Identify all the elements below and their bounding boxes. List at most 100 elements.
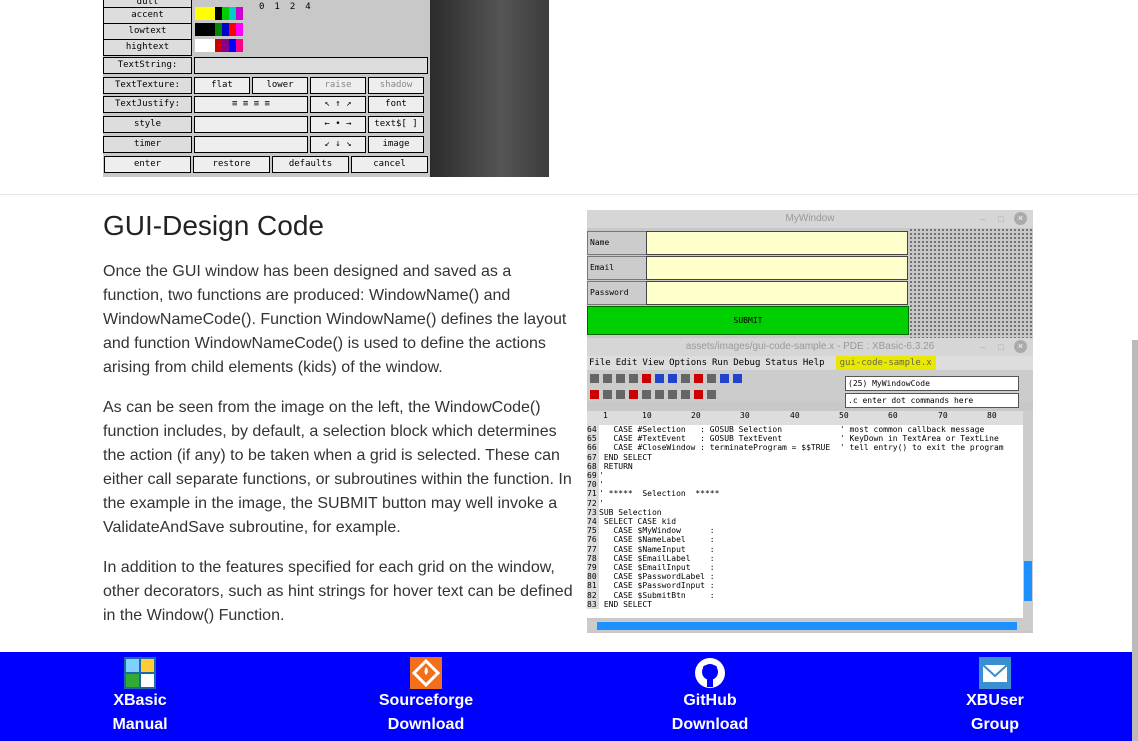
- maximize-icon: □: [998, 213, 1004, 224]
- color-swatches: [195, 39, 243, 56]
- code-sample-screenshot: MyWindow – □ × Name Email Password SUBMI…: [587, 210, 1033, 633]
- footer-xbuser-link[interactable]: XBUser Group: [895, 652, 1095, 737]
- trace-icon: [642, 389, 651, 399]
- align-arrows[interactable]: ↖ ↑ ↗: [310, 96, 366, 113]
- pde-menubar: File Edit View Options Run Debug Status …: [587, 356, 1033, 370]
- mywindow-preview: MyWindow – □ × Name Email Password SUBMI…: [587, 210, 1033, 338]
- copy-icon: [655, 373, 664, 383]
- code-line: 66 CASE #CloseWindow : terminateProgram …: [587, 443, 1004, 453]
- close-icon: ×: [1014, 340, 1027, 353]
- color-swatches: [195, 23, 243, 40]
- paste-icon: [668, 373, 677, 383]
- shadow-button[interactable]: shadow: [368, 77, 424, 94]
- code-line: 67 END SELECT: [587, 452, 652, 462]
- restore-button[interactable]: restore: [193, 156, 270, 173]
- top-section: dull accent lowtext hightext 0 1 2 4 Tex…: [0, 0, 1138, 195]
- designer-row: TextString:: [103, 57, 428, 74]
- footer-github-link[interactable]: GitHub Download: [610, 652, 810, 737]
- sourceforge-icon: [410, 657, 442, 689]
- footer-xbasic-manual-link[interactable]: XBasic Manual: [40, 652, 240, 737]
- enter-button[interactable]: enter: [104, 156, 191, 173]
- mail-icon: [979, 657, 1011, 689]
- textstring-field[interactable]: [194, 57, 428, 74]
- code-editor: 64 CASE #Selection : GOSUB Selection ' m…: [587, 425, 1023, 618]
- code-line: 65 CASE #TextEvent : GOSUB TextEvent ' K…: [587, 434, 999, 444]
- designer-label: TextString:: [103, 57, 192, 74]
- footer-sourceforge-link[interactable]: Sourceforge Download: [326, 652, 526, 737]
- code-line: 71 ' ***** Selection *****: [587, 489, 720, 499]
- close-icon: ×: [1014, 212, 1027, 225]
- paragraph-1: Once the GUI window has been designed an…: [103, 263, 567, 376]
- compile-icon: [694, 389, 703, 399]
- code-line: 68 RETURN: [587, 461, 633, 472]
- color-swatches: [195, 7, 243, 24]
- code-vertical-scrollbar: [1023, 411, 1033, 621]
- defaults-button[interactable]: defaults: [272, 156, 349, 173]
- code-line: 75 CASE $MyWindow :: [587, 526, 715, 536]
- undo-icon: [720, 373, 729, 383]
- footer-link-line2: Download: [387, 716, 465, 733]
- image-button[interactable]: image: [368, 136, 424, 153]
- text-array-button[interactable]: text$[ ]: [368, 116, 424, 133]
- code-line: 77 CASE $NameInput :: [587, 544, 715, 554]
- open-icon: [603, 373, 612, 383]
- flat-button[interactable]: flat: [194, 77, 250, 94]
- footer-link-line1: Sourceforge: [378, 692, 474, 709]
- menu-run: Run: [712, 358, 729, 368]
- page-scrollbar[interactable]: [1132, 340, 1138, 741]
- variables-icon: [681, 389, 690, 399]
- code-line: 79 CASE $EmailInput :: [587, 563, 715, 573]
- code-line: 83 END SELECT: [587, 599, 652, 610]
- window-controls: – □ ×: [978, 340, 1027, 353]
- mywindow-title: MyWindow: [785, 213, 835, 224]
- file-tag: gui-code-sample.x: [835, 356, 936, 370]
- watch-icon: [668, 389, 677, 399]
- footer-link-line2: Manual: [112, 716, 168, 733]
- minimize-icon: –: [980, 213, 986, 224]
- menu-debug: Debug: [733, 358, 761, 368]
- minimize-icon: –: [980, 341, 986, 352]
- maximize-icon: □: [998, 341, 1004, 352]
- paragraph-2: As can be seen from the image on the lef…: [103, 399, 572, 536]
- code-line: 69 ': [587, 471, 604, 481]
- run-icon: [590, 389, 599, 399]
- designer-label: lowtext: [103, 23, 192, 40]
- code-line: 64 CASE #Selection : GOSUB Selection ' m…: [587, 425, 985, 435]
- menu-file: File: [589, 358, 611, 368]
- github-icon: [694, 657, 726, 689]
- cancel-button[interactable]: cancel: [351, 156, 428, 173]
- raise-button[interactable]: raise: [310, 77, 366, 94]
- window-controls: – □ ×: [978, 212, 1027, 225]
- font-button[interactable]: font: [368, 96, 424, 113]
- designer-row: TextTexture: flat lower raise shadow: [103, 77, 424, 94]
- pde-titlebar: assets/images/gui-code-sample.x - PDE : …: [587, 338, 1033, 356]
- designer-label: accent: [103, 7, 192, 24]
- footer-bar: XBasic Manual Sourceforge Download GitHu…: [0, 652, 1134, 741]
- menu-help: Help: [802, 358, 825, 368]
- footer-link-line1: XBUser: [966, 692, 1024, 709]
- paragraph-3: In addition to the features specified fo…: [103, 559, 573, 624]
- footer-link-line1: XBasic: [113, 692, 167, 709]
- designer-label: timer: [103, 136, 192, 153]
- gui-designer-image: dull accent lowtext hightext 0 1 2 4 Tex…: [103, 0, 549, 177]
- designer-row: style ← • → text$[ ]: [103, 116, 424, 133]
- timer-fields[interactable]: [194, 136, 308, 153]
- new-file-icon: [590, 373, 599, 383]
- lower-button[interactable]: lower: [252, 77, 308, 94]
- code-line: 82 CASE $SubmitBtn :: [587, 590, 715, 600]
- grid-dots: [909, 228, 1033, 338]
- designer-panel: dull accent lowtext hightext 0 1 2 4 Tex…: [103, 0, 430, 177]
- align-arrows[interactable]: ← • →: [310, 116, 366, 133]
- menu-view: View: [642, 358, 665, 368]
- designer-row: hightext: [103, 39, 243, 56]
- menu-options: Options: [669, 358, 707, 368]
- designer-background: [430, 0, 549, 177]
- password-label: Password: [587, 281, 648, 305]
- align-arrows[interactable]: ↙ ↓ ↘: [310, 136, 366, 153]
- justify-buttons[interactable]: ≡ ≡ ≡ ≡: [194, 96, 308, 113]
- replace-icon: [694, 373, 703, 383]
- style-fields[interactable]: [194, 116, 308, 133]
- menu-edit: Edit: [615, 358, 638, 368]
- designer-label: TextJustify:: [103, 96, 192, 113]
- email-input: [646, 256, 908, 280]
